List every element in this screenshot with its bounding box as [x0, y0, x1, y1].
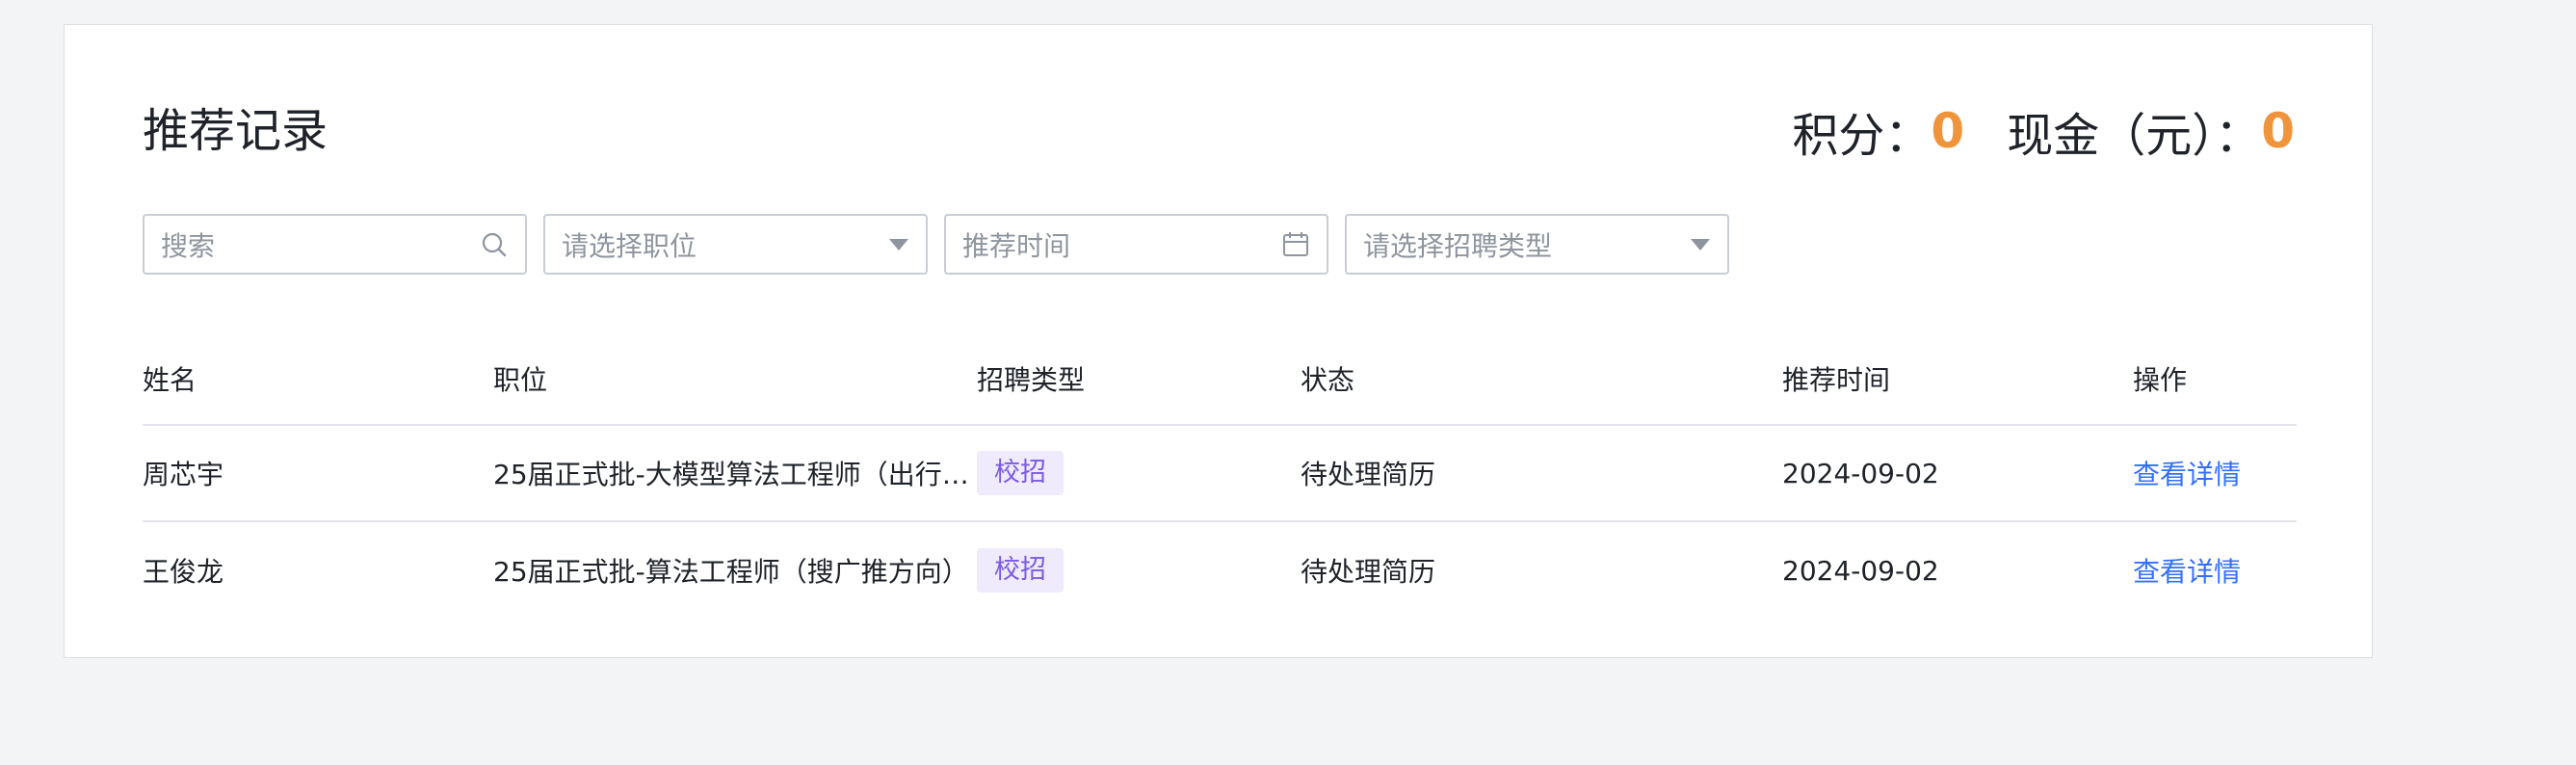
search-icon[interactable]: [481, 231, 508, 258]
referral-time-picker[interactable]: 推荐时间: [944, 214, 1328, 275]
recruitment-type-select[interactable]: 请选择招聘类型: [1345, 214, 1729, 275]
cash-value: 0: [2261, 103, 2295, 159]
page-title: 推荐记录: [143, 104, 329, 158]
recruitment-type-tag: 校招: [977, 548, 1064, 593]
candidate-name: 王俊龙: [143, 556, 224, 588]
position-select[interactable]: 请选择职位: [543, 214, 928, 275]
points-value: 0: [1931, 103, 1965, 159]
referral-time: 2024-09-02: [1782, 554, 1939, 587]
referral-table: 姓名 职位 招聘类型 状态 推荐时间 操作 周芯宇 25届正式批-大模型算法工程…: [143, 333, 2297, 619]
cash-label: 现金（元）：: [2007, 109, 2262, 163]
action-cell: 查看详情: [2133, 426, 2297, 520]
column-header-action: 操作: [2133, 364, 2188, 396]
type-cell: 校招: [977, 426, 1227, 520]
view-details-link[interactable]: 查看详情: [2133, 551, 2241, 590]
search-placeholder: 搜索: [161, 229, 216, 262]
search-input[interactable]: 搜索: [143, 214, 527, 275]
time-placeholder: 推荐时间: [962, 229, 1071, 262]
position-cell: 25届正式批-大模型算法工程师（出行方向）: [493, 426, 975, 520]
table-row: 周芯宇 25届正式批-大模型算法工程师（出行方向） 校招 待处理简历 2024-…: [143, 426, 2297, 522]
column-header-position: 职位: [493, 364, 548, 396]
column-header-status: 状态: [1301, 364, 1355, 396]
position-placeholder: 请选择职位: [562, 229, 697, 262]
recruitment-type-tag: 校招: [977, 451, 1064, 495]
type-cell: 校招: [977, 522, 1227, 619]
status-text: 待处理简历: [1301, 556, 1436, 588]
column-header-time: 推荐时间: [1782, 364, 1891, 396]
chevron-down-icon: [1691, 238, 1710, 251]
position-text: 25届正式批-算法工程师（搜广推方向）: [493, 556, 969, 588]
candidate-name: 周芯宇: [143, 459, 224, 490]
type-placeholder: 请选择招聘类型: [1363, 229, 1553, 262]
points-label: 积分：: [1792, 109, 1932, 163]
column-header-name: 姓名: [143, 364, 197, 396]
rewards-summary: 积分： 0 现金（元）： 0: [1792, 102, 2295, 163]
position-cell: 25届正式批-算法工程师（搜广推方向）: [493, 522, 975, 619]
view-details-link[interactable]: 查看详情: [2133, 454, 2241, 492]
action-cell: 查看详情: [2133, 522, 2297, 619]
filter-bar: 搜索 请选择职位 推荐时间 请选择招聘类型: [143, 214, 1746, 275]
calendar-icon: [1282, 231, 1309, 258]
position-text: 25届正式批-大模型算法工程师（出行方向）: [493, 459, 973, 490]
referral-time: 2024-09-02: [1782, 457, 1939, 489]
table-header: 姓名 职位 招聘类型 状态 推荐时间 操作: [143, 333, 2297, 426]
table-row: 王俊龙 25届正式批-算法工程师（搜广推方向） 校招 待处理简历 2024-09…: [143, 522, 2297, 619]
chevron-down-icon: [889, 238, 908, 251]
status-text: 待处理简历: [1301, 459, 1436, 490]
referral-records-card: 推荐记录 积分： 0 现金（元）： 0 搜索 请选择职位 推荐时间 请选择招聘类…: [64, 24, 2373, 658]
column-header-type: 招聘类型: [977, 364, 1086, 396]
